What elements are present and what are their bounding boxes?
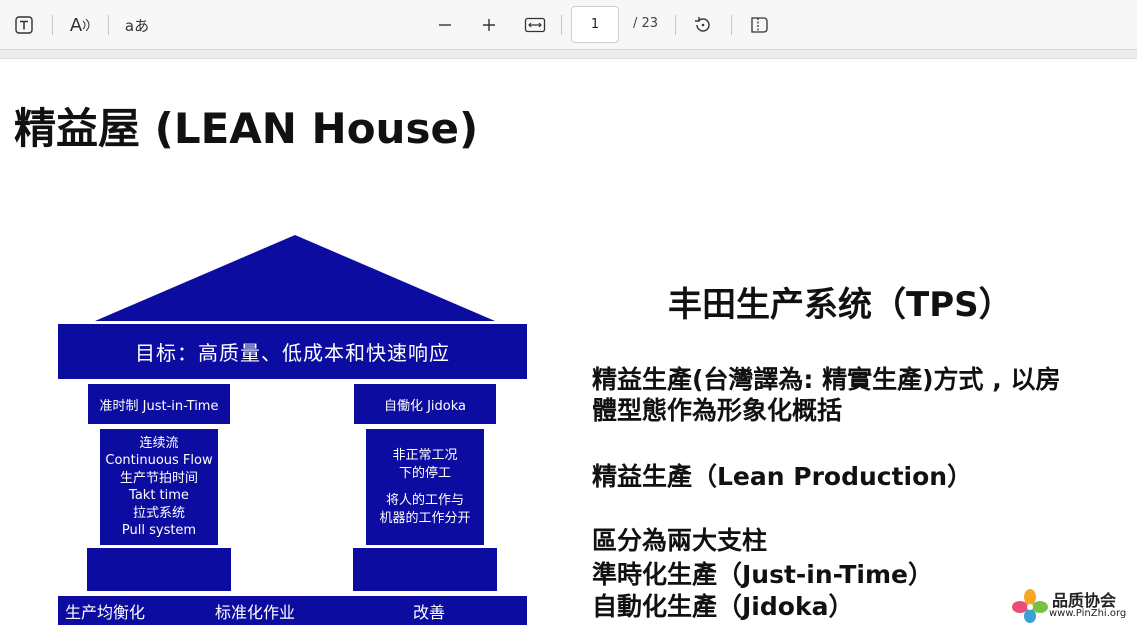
page-total: / 23	[633, 16, 659, 31]
left-pillar-line: 生产节拍时间	[119, 470, 198, 486]
page-title: 精益屋 (LEAN House)	[14, 104, 479, 153]
paragraph-line: 區分為兩大支柱	[592, 526, 768, 555]
left-pillar-head: 准时制 Just-in-Time	[87, 383, 231, 425]
rotate-icon[interactable]	[689, 11, 717, 39]
foundation-item: 改善	[413, 602, 446, 622]
read-aloud-glyph: A	[69, 14, 83, 36]
translate-icon[interactable]: aあ	[120, 11, 154, 39]
pdf-page: 精益屋 (LEAN House) 目标：高质量、低成本和快速响应 准时制 Jus…	[0, 59, 1137, 625]
toolbar-divider	[108, 15, 109, 35]
toolbar-divider	[52, 15, 53, 35]
read-aloud-icon[interactable]: A	[66, 11, 94, 39]
left-pillar-line: Pull system	[121, 523, 197, 538]
tps-heading: 丰田生产系统（TPS）	[668, 285, 1013, 325]
pdf-toolbar: A aあ / 23	[0, 0, 1137, 50]
left-pillar-foot	[87, 548, 231, 591]
two-page-view-icon[interactable]	[745, 11, 773, 39]
right-pillar-head: 自働化 Jidoka	[353, 383, 497, 425]
zoom-out-icon[interactable]	[431, 11, 459, 39]
toolbar-divider	[675, 15, 676, 35]
toolbar-separator-strip	[0, 50, 1137, 59]
foundation-item: 标准化作业	[215, 602, 296, 622]
foundation-item: 生产均衡化	[65, 602, 146, 622]
house-foundation: 生产均衡化 标准化作业 改善	[58, 596, 527, 625]
right-pillar-line: 非正常工况	[392, 448, 458, 463]
left-pillar-line: Continuous Flow	[105, 453, 213, 468]
page-number-input[interactable]	[571, 6, 619, 43]
paragraph-line: 精益生產(台灣譯為: 精實生產)方式 , 以房	[592, 365, 1061, 394]
right-pillar-line: 机器的工作分开	[379, 510, 471, 526]
house-roof	[95, 235, 495, 321]
paragraph-line: 準時化生產（Just-in-Time）	[592, 560, 934, 589]
watermark-url: www.PinZhi.org	[1049, 608, 1127, 619]
right-pillar-line: 将人的工作与	[385, 493, 464, 508]
fit-width-icon[interactable]	[521, 11, 549, 39]
left-pillar-line: Takt time	[129, 488, 189, 503]
paragraph-line: 精益生產（Lean Production）	[592, 462, 973, 491]
toolbar-divider	[561, 15, 562, 35]
left-pillar-line: 拉式系统	[132, 505, 185, 521]
house-beam-goal: 目标：高质量、低成本和快速响应	[58, 324, 527, 379]
zoom-in-icon[interactable]	[475, 11, 503, 39]
paragraph-line: 自動化生產（Jidoka）	[592, 592, 854, 621]
paragraph-line: 體型態作為形象化概括	[592, 396, 843, 425]
translate-glyph: aあ	[124, 16, 150, 35]
left-pillar-body: 连续流 Continuous Flow 生产节拍时间 Takt time 拉式系…	[100, 429, 218, 545]
left-pillar-line: 连续流	[139, 435, 179, 451]
right-pillar-body: 非正常工况 下的停工 将人的工作与 机器的工作分开	[366, 429, 484, 545]
toolbar-divider	[731, 15, 732, 35]
flower-logo-icon	[1012, 589, 1048, 623]
watermark-logo: 品质协会 www.PinZhi.org	[1012, 587, 1137, 625]
right-pillar-line: 下的停工	[398, 465, 451, 481]
right-pillar-foot	[353, 548, 497, 591]
text-box-icon[interactable]	[10, 11, 38, 39]
